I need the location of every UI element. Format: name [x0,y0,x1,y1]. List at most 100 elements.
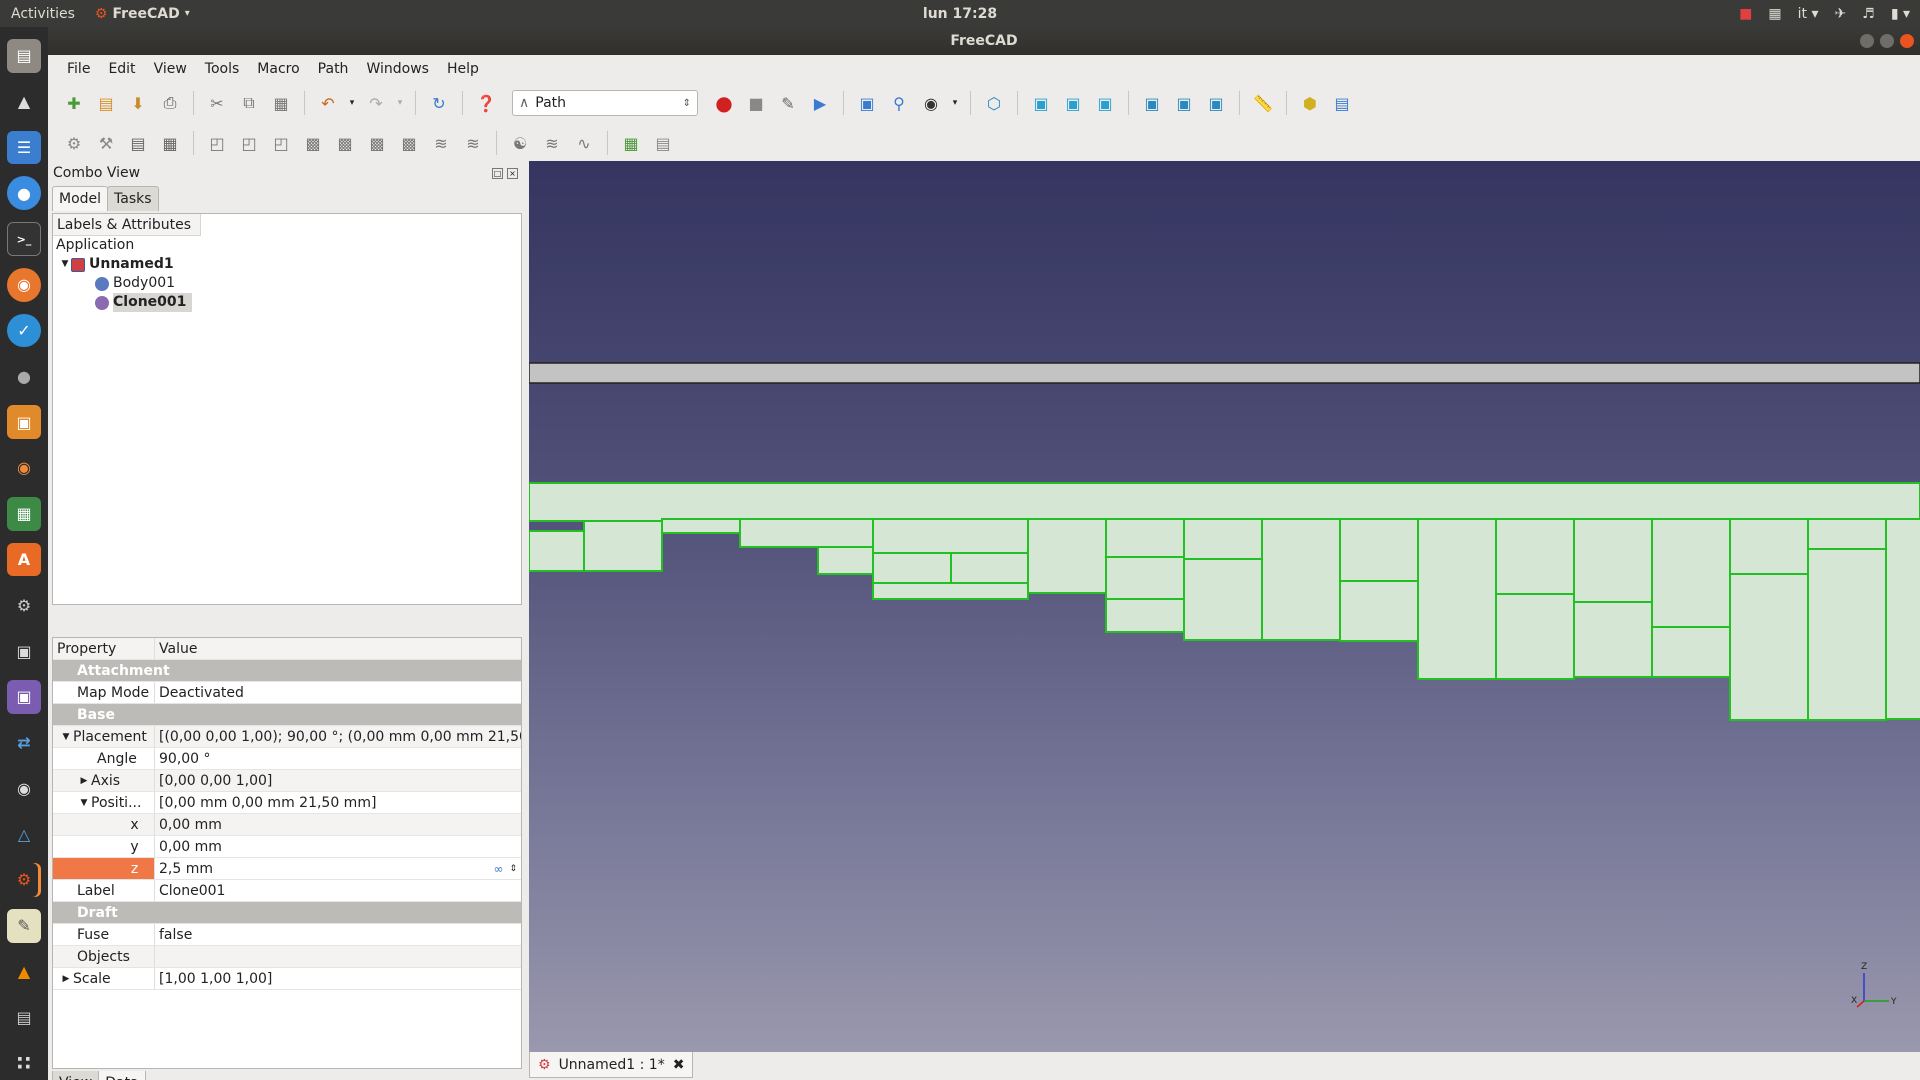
float-panel-icon[interactable]: □ [492,167,503,179]
right-view-icon[interactable]: ▣ [1091,89,1119,117]
z-value-editor[interactable]: 2,5 mm ∞ ⇕ [155,858,521,879]
create-part-icon[interactable]: ⬢ [1296,89,1324,117]
window-titlebar[interactable]: FreeCAD [48,27,1920,55]
bottom-view-icon[interactable]: ▣ [1170,89,1198,117]
property-row-map-mode[interactable]: Map Mode Deactivated [53,682,521,704]
path-post-process-icon[interactable]: ⚒ [92,129,120,157]
volume-icon[interactable]: ♬ [1862,6,1875,22]
freecad-launcher-icon[interactable]: ⚙ [7,863,41,897]
menu-tools[interactable]: Tools [196,61,249,77]
inkscape-launcher-icon[interactable]: ▲ [7,85,41,119]
close-window-button[interactable] [1900,34,1914,48]
menu-macro[interactable]: Macro [248,61,308,77]
open-document-icon[interactable]: ▤ [92,89,120,117]
draw-launcher-icon[interactable]: ▣ [7,405,41,440]
tab-tasks[interactable]: Tasks [107,186,159,211]
path-pocket-icon[interactable]: ▩ [299,129,327,157]
tab-view[interactable]: View [52,1071,100,1080]
path-helix-icon[interactable]: ▩ [395,129,423,157]
path-3d-pocket-icon[interactable]: ∿ [570,129,598,157]
3d-scene[interactable]: Z Y X [529,161,1920,1052]
files-launcher-icon[interactable]: ▤ [7,39,41,73]
path-simulator-icon[interactable]: ▦ [617,129,645,157]
clock[interactable]: lun 17:28 [923,6,997,22]
property-row-label[interactable]: Label Clone001 [53,880,521,902]
run-macro-icon[interactable]: ▶ [806,89,834,117]
collapse-arrow-icon[interactable]: ▼ [59,255,71,274]
fit-all-icon[interactable]: ▣ [853,89,881,117]
cut-icon[interactable]: ✂ [203,89,231,117]
editor-launcher-icon[interactable]: ✓ [7,313,41,348]
show-applications-icon[interactable]: ∷ [7,1046,41,1080]
path-surface-icon[interactable]: ≋ [538,129,566,157]
property-value[interactable]: [1,00 1,00 1,00] [155,968,521,989]
save-document-icon[interactable]: ⬇ [124,89,152,117]
expand-down-icon[interactable]: ▼ [59,732,73,742]
draw-style-icon[interactable]: ◉ [917,89,945,117]
property-row-angle[interactable]: Angle 90,00 ° [53,748,521,770]
undo-icon[interactable]: ↶ [314,89,342,117]
expand-down-icon[interactable]: ▼ [77,798,91,808]
property-row-z[interactable]: z 2,5 mm ∞ ⇕ [53,858,521,880]
transfer-launcher-icon[interactable]: ⇄ [7,726,41,760]
software-center-launcher-icon[interactable]: A [7,542,41,577]
activities-button[interactable]: Activities [11,6,75,22]
tree-root[interactable]: Application [53,236,521,255]
redo-dropdown-icon[interactable]: ▾ [394,89,406,117]
property-value[interactable]: 0,00 mm [155,814,521,835]
path-profile-faces-icon[interactable]: ◰ [235,129,263,157]
menu-windows[interactable]: Windows [357,61,438,77]
property-value[interactable]: 90,00 ° [155,748,521,769]
workbench-selector[interactable]: ∧ Path ⇕ [512,90,698,116]
camera-indicator-icon[interactable]: ■ [1739,6,1752,22]
gimp-launcher-icon[interactable]: ● [7,359,41,393]
create-group-icon[interactable]: ▤ [1328,89,1356,117]
front-view-icon[interactable]: ▣ [1027,89,1055,117]
new-document-icon[interactable]: ✚ [60,89,88,117]
property-row-fuse[interactable]: Fuse false [53,924,521,946]
tab-model[interactable]: Model [52,186,109,211]
spin-arrows-icon[interactable]: ⇕ [509,864,517,874]
property-row-placement[interactable]: ▼ Placement [(0,00 0,00 1,00); 90,00 °; … [53,726,521,748]
tab-data[interactable]: Data [98,1071,146,1080]
redo-icon[interactable]: ↷ [362,89,390,117]
refresh-icon[interactable]: ↻ [425,89,453,117]
property-value[interactable]: Deactivated [155,682,521,703]
battery-icon[interactable]: ▮ ▾ [1891,6,1910,22]
language-indicator[interactable]: it ▾ [1798,6,1819,22]
chromium-launcher-icon[interactable]: ● [7,176,41,211]
menu-edit[interactable]: Edit [99,61,144,77]
whats-this-icon[interactable]: ❓ [472,89,500,117]
record-macro-icon[interactable]: ● [710,89,738,117]
copy-icon[interactable]: ⧉ [235,89,263,117]
property-row-position[interactable]: ▼ Positi... [0,00 mm 0,00 mm 21,50 mm] [53,792,521,814]
close-tab-icon[interactable]: ✖ [673,1057,685,1073]
edit-macro-icon[interactable]: ✎ [774,89,802,117]
print-icon[interactable]: ⎙ [156,89,184,117]
path-sanity-icon[interactable]: ▦ [156,129,184,157]
menu-help[interactable]: Help [438,61,488,77]
expand-right-icon[interactable]: ▶ [77,776,91,786]
stop-macro-icon[interactable]: ■ [742,89,770,117]
paste-icon[interactable]: ▦ [267,89,295,117]
text-editor-launcher-icon[interactable]: ✎ [7,908,41,943]
vlc-launcher-icon[interactable]: ▲ [7,955,41,989]
path-face-icon[interactable]: ▩ [363,129,391,157]
close-panel-icon[interactable]: × [507,167,518,179]
screenshot-launcher-icon[interactable]: ▣ [7,679,41,714]
3d-viewport[interactable]: Z Y X [529,161,1920,1052]
blender-launcher-icon[interactable]: ◉ [7,451,41,485]
tree-item-clone001[interactable]: Clone001 [53,293,521,312]
tree-document[interactable]: ▼ Unnamed1 [53,255,521,274]
property-row-scale[interactable]: ▶ Scale [1,00 1,00 1,00] [53,968,521,990]
eye-launcher-icon[interactable]: ◉ [7,772,41,806]
airplane-mode-icon[interactable]: ✈ [1835,6,1847,22]
property-value[interactable] [155,946,521,967]
z-value-input[interactable]: 2,5 mm [159,861,213,877]
path-dressup-icon[interactable]: ☯ [506,129,534,157]
measure-distance-icon[interactable]: 📏 [1249,89,1277,117]
clone-model[interactable] [529,482,1920,721]
path-inspect-icon[interactable]: ▤ [124,129,152,157]
property-value[interactable]: [0,00 mm 0,00 mm 21,50 mm] [155,792,521,813]
isometric-view-icon[interactable]: ⬡ [980,89,1008,117]
